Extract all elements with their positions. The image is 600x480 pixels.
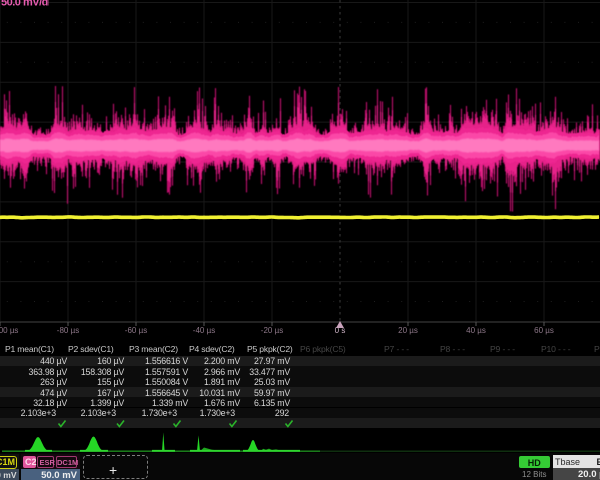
svg-text:50.0 mV/div: 50.0 mV/div bbox=[1, 0, 57, 9]
